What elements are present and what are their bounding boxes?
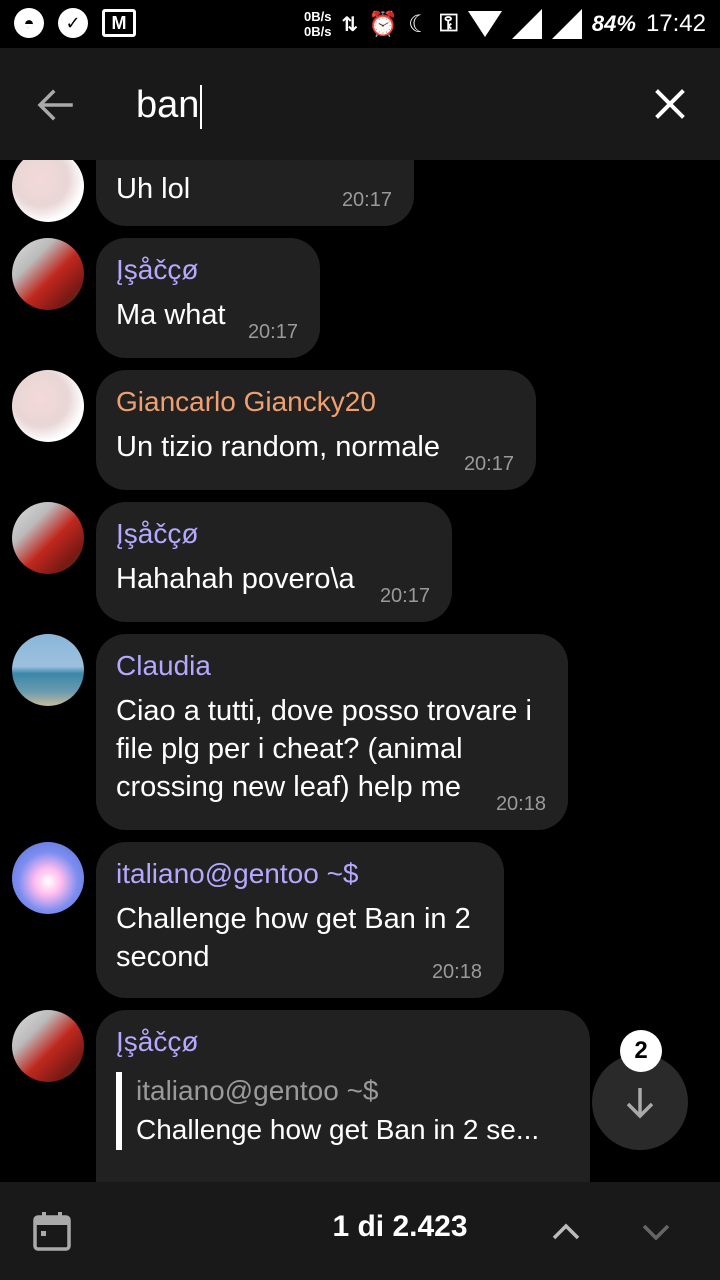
- check-circle-icon: ✓: [58, 8, 88, 38]
- sender-name[interactable]: italiano@gentoo ~$: [116, 856, 484, 892]
- message-text: Un tizio random, normale: [116, 431, 440, 463]
- wifi-icon: [467, 11, 502, 37]
- avatar[interactable]: [12, 1010, 84, 1082]
- message-time: 20:17: [247, 321, 298, 343]
- chat-history[interactable]: Uh lol 20:17 Įşåčçø Ma what 20:17 Gianca…: [0, 160, 720, 1182]
- message-time: 20:18: [431, 961, 482, 983]
- message-text: Ciao a tutti, dove posso trovare i file …: [116, 695, 532, 803]
- avatar[interactable]: [12, 634, 84, 706]
- avatar[interactable]: [12, 160, 84, 222]
- message-bubble[interactable]: Įşåčçø Hahahah povero\a 20:17: [96, 502, 452, 622]
- search-query: ban: [136, 84, 200, 126]
- clear-search-button[interactable]: [650, 84, 690, 124]
- avatar[interactable]: [12, 842, 84, 914]
- search-input[interactable]: ban: [136, 80, 203, 130]
- sender-name[interactable]: Claudia: [116, 648, 548, 684]
- message-time: 20:18: [495, 793, 546, 815]
- sender-name[interactable]: Įşåčçø: [116, 516, 432, 552]
- chevron-down-icon: [642, 1224, 670, 1241]
- moon-icon: ☾: [408, 10, 430, 38]
- message-time: 20:17: [379, 585, 430, 607]
- calendar-button[interactable]: [32, 1210, 72, 1252]
- battery-level: 84%: [591, 11, 636, 36]
- net-down-speed: 0B/s: [303, 24, 332, 39]
- reply-sender-name: italiano@gentoo ~$: [136, 1075, 379, 1106]
- message-bubble[interactable]: Įşåčçø italiano@gentoo ~$ Challenge how …: [96, 1010, 590, 1182]
- chevron-up-icon: [552, 1223, 580, 1240]
- message-bubble[interactable]: Giancarlo Giancky20 Un tizio random, nor…: [96, 370, 536, 490]
- status-time: 17:42: [645, 10, 706, 37]
- reply-text: Challenge how get Ban in 2 se...: [136, 1114, 540, 1145]
- signal-icon: [511, 9, 542, 39]
- back-button[interactable]: [30, 80, 80, 130]
- message-time: 20:17: [463, 453, 514, 475]
- net-speed: 0B/s 0B/s: [304, 9, 331, 39]
- net-up-speed: 0B/s: [303, 9, 332, 24]
- avatar[interactable]: [12, 370, 84, 442]
- data-transfer-icon: ⇅: [341, 13, 359, 36]
- circle-app-icon: ◓: [14, 8, 44, 38]
- alarm-icon: ⏰: [368, 10, 399, 38]
- search-result-counter: 1 di 2.423: [332, 1210, 468, 1243]
- unread-badge: 2: [620, 1030, 662, 1072]
- text-caret: [200, 84, 203, 129]
- close-icon: [655, 89, 685, 119]
- key-icon: ⚿: [439, 10, 458, 37]
- message-bubble[interactable]: Uh lol 20:17: [96, 160, 414, 226]
- avatar[interactable]: [12, 502, 84, 574]
- sender-name[interactable]: Įşåčçø: [116, 252, 300, 288]
- reply-quote[interactable]: italiano@gentoo ~$ Challenge how get Ban…: [116, 1072, 570, 1150]
- gmail-icon: M: [102, 9, 136, 37]
- next-result-button[interactable]: [636, 1212, 676, 1252]
- signal-icon: [551, 9, 582, 39]
- avatar[interactable]: [12, 238, 84, 310]
- previous-result-button[interactable]: [546, 1212, 586, 1252]
- status-bar: ◓ ✓ M 0B/s 0B/s ⇅ ⏰ ☾ ⚿ 84% 17:42: [0, 0, 720, 48]
- search-toolbar: ban: [0, 48, 720, 160]
- message-bubble[interactable]: Įşåčçø Ma what 20:17: [96, 238, 320, 358]
- sender-name[interactable]: Giancarlo Giancky20: [116, 384, 516, 420]
- search-navigation-bar: 1 di 2.423: [0, 1182, 720, 1280]
- arrow-down-icon: [626, 1088, 654, 1119]
- message-bubble[interactable]: Claudia Ciao a tutti, dove posso trovare…: [96, 634, 568, 830]
- calendar-icon: [33, 1212, 71, 1251]
- arrow-left-icon: [37, 89, 73, 121]
- message-bubble[interactable]: italiano@gentoo ~$ Challenge how get Ban…: [96, 842, 504, 998]
- message-time: 20:17: [341, 189, 392, 211]
- sender-name[interactable]: Įşåčçø: [116, 1024, 570, 1060]
